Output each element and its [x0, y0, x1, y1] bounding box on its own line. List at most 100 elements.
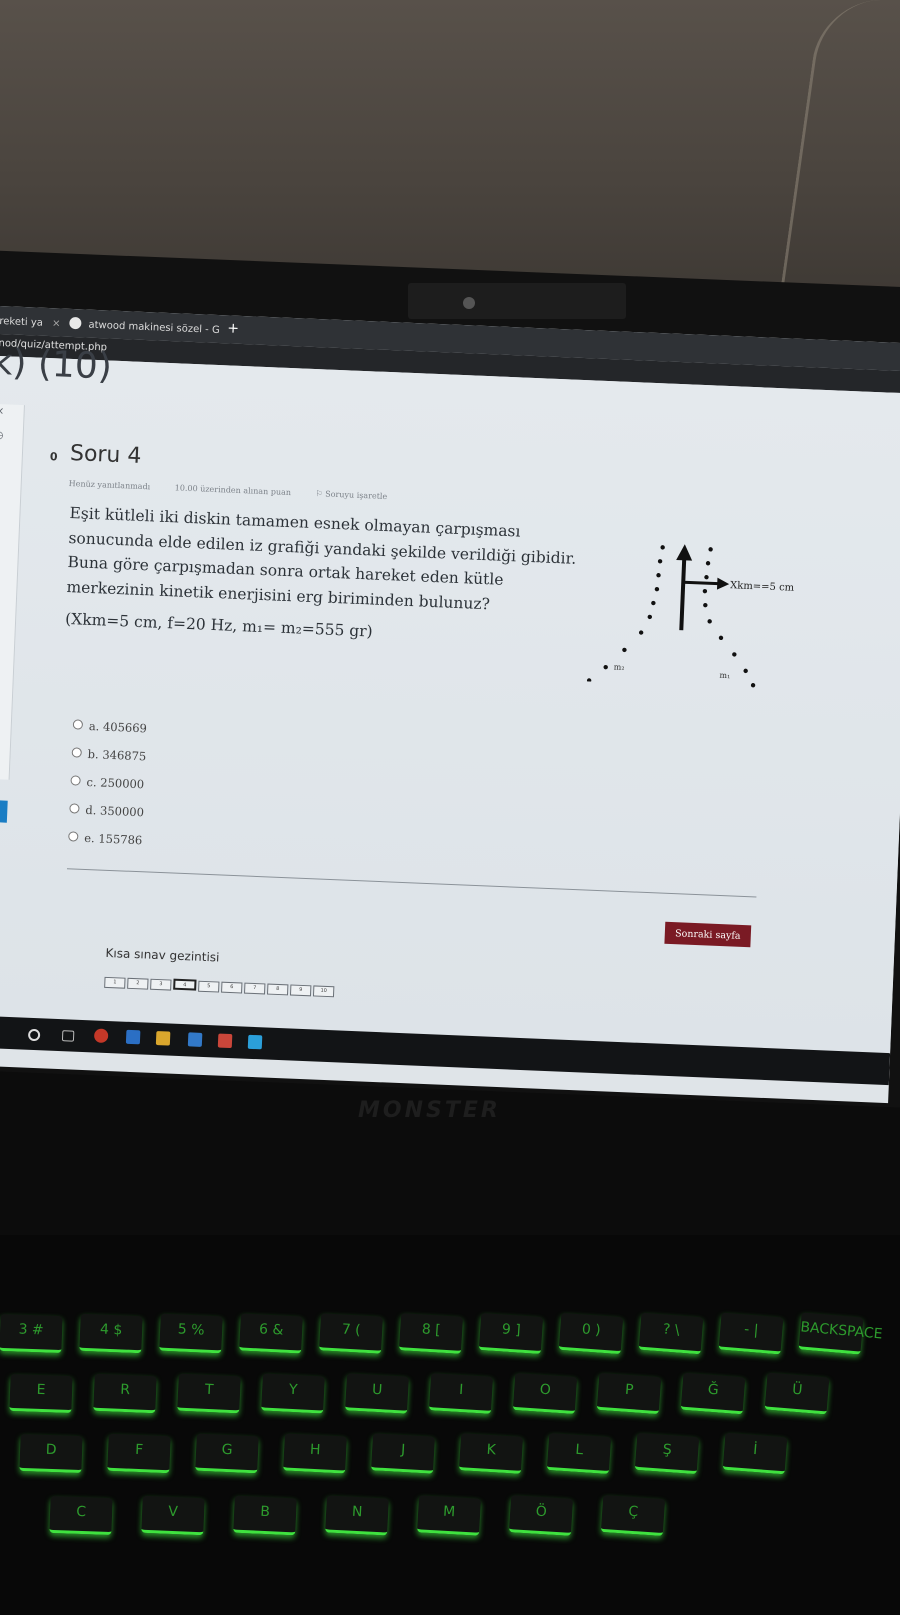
question-text: Eşit kütleli iki diskin tamamen esnek ol…: [65, 501, 630, 654]
keyboard-key: 3 #: [0, 1313, 63, 1354]
nav-page-4[interactable]: 4: [173, 978, 197, 991]
task-view-icon[interactable]: [61, 1030, 75, 1042]
keyboard-key: İ: [722, 1432, 788, 1475]
laptop-screen: reketi ya × atwood makinesi sözel - G × …: [0, 306, 900, 1104]
keyboard-key: Ö: [508, 1495, 574, 1536]
keyboard-key: N: [325, 1495, 389, 1536]
tab-1[interactable]: reketi ya ×: [0, 312, 62, 335]
nav-page-5[interactable]: 5: [198, 980, 220, 993]
keyboard-key: Ç: [600, 1494, 666, 1537]
option-a[interactable]: a. 405669: [72, 711, 148, 742]
nav-page-7[interactable]: 7: [244, 982, 266, 995]
webcam-icon: [463, 297, 475, 309]
keyboard-key: K: [458, 1433, 524, 1474]
quiz-navigation: 1 2 3 4 5 6 7 8 9 10: [104, 968, 337, 998]
wall-background: [0, 0, 900, 300]
keyboard-key: 4 $: [79, 1313, 143, 1354]
arrow-right-icon: [683, 580, 722, 586]
nav-page-6[interactable]: 6: [221, 981, 243, 994]
radio-icon[interactable]: [71, 747, 82, 758]
keyboard-key: T: [177, 1373, 241, 1414]
nav-page-1[interactable]: 1: [104, 976, 126, 989]
close-icon[interactable]: ×: [0, 654, 14, 666]
plus-icon[interactable]: +: [0, 734, 10, 746]
keyboard-key: J: [371, 1433, 435, 1474]
keyboard-key: H: [283, 1433, 347, 1474]
answer-options: a. 405669 b. 346875 c. 250000 d. 350000 …: [68, 711, 148, 854]
keyboard-key: 7 (: [319, 1313, 383, 1354]
store-icon[interactable]: [187, 1032, 203, 1047]
nav-page-2[interactable]: 2: [127, 977, 149, 990]
status-text: Henüz yanıtlanmadı: [68, 478, 151, 492]
option-b[interactable]: b. 346875: [71, 739, 147, 770]
quiz-navigation-title: Kısa sınav gezintisi: [105, 945, 220, 965]
keyboard-key: U: [345, 1373, 409, 1414]
keyboard-key: I: [428, 1373, 494, 1414]
keyboard-key: 8 [: [398, 1313, 464, 1354]
keyboard-key: Y: [261, 1373, 325, 1414]
keyboard-key: C: [49, 1495, 113, 1536]
radio-icon[interactable]: [68, 831, 79, 842]
app-icon[interactable]: [125, 1029, 141, 1045]
option-d[interactable]: d. 350000: [69, 795, 145, 826]
new-tab-button[interactable]: +: [227, 320, 239, 336]
keyboard-key: ? \: [638, 1312, 704, 1355]
tab-2-label: atwood makinesi sözel - G: [88, 319, 220, 337]
app-icon[interactable]: [247, 1034, 263, 1050]
option-e[interactable]: e. 155786: [68, 823, 144, 854]
flag-question-link[interactable]: ⚐ Soruyu işaretle: [315, 489, 409, 502]
keyboard-key: L: [546, 1432, 612, 1475]
keyboard-key: 5 %: [159, 1313, 223, 1354]
tab-1-close-icon[interactable]: ×: [52, 318, 61, 329]
menu-icon[interactable]: ≡: [0, 799, 8, 823]
divider: [66, 868, 757, 898]
webcam-housing: [408, 283, 626, 319]
keyboard-key: P: [596, 1372, 662, 1415]
radio-icon[interactable]: [72, 719, 84, 730]
trajectory-figure: Xkm==5 cm m₂ m₁: [586, 544, 795, 688]
left-drawer: × ◷ · × + ≡: [0, 403, 25, 823]
search-icon[interactable]: [27, 1028, 41, 1042]
points-text: 10.00 üzerinden alınan puan: [174, 483, 292, 498]
keyboard-key: E: [9, 1373, 73, 1414]
keyboard-key: 6 &: [239, 1313, 303, 1354]
keyboard-key: R: [93, 1373, 157, 1414]
mass-label-left: m₂: [614, 662, 625, 671]
nav-page-8[interactable]: 8: [266, 983, 289, 996]
quiz-page: k) (10) × ◷ · × + ≡ 0 Soru 4 Henüz yanıt…: [0, 342, 900, 1054]
radio-icon[interactable]: [70, 775, 81, 786]
next-page-button[interactable]: Sonraki sayfa: [664, 921, 752, 948]
keyboard-key: 0 ): [558, 1312, 624, 1355]
question-number: 0: [49, 450, 58, 464]
arrow-label: Xkm==5 cm: [730, 580, 795, 594]
nav-page-3[interactable]: 3: [150, 978, 172, 991]
keyboard-key: - |: [718, 1312, 784, 1355]
clock-icon[interactable]: ◷: [0, 430, 23, 442]
mass-label-right: m₁: [719, 671, 730, 680]
keyboard-key: 9 ]: [478, 1312, 544, 1355]
option-c[interactable]: c. 250000: [70, 767, 146, 798]
arrow-up-icon: [679, 550, 687, 631]
sidebar-item[interactable]: ·: [0, 596, 16, 608]
tab-1-label: reketi ya: [0, 315, 44, 329]
folder-icon[interactable]: [155, 1031, 171, 1046]
close-icon[interactable]: ×: [0, 406, 24, 418]
keyboard-key: V: [141, 1495, 205, 1536]
keyboard-key: M: [417, 1495, 481, 1536]
arrowhead-icon: [676, 544, 693, 561]
keyboard-key: O: [512, 1372, 578, 1415]
question-meta: Henüz yanıtlanmadı 10.00 üzerinden alına…: [69, 479, 432, 503]
app-icon[interactable]: [217, 1033, 233, 1049]
radio-icon[interactable]: [69, 803, 80, 814]
keyboard-key: F: [107, 1433, 171, 1474]
keyboard-key: Ğ: [680, 1372, 746, 1415]
opera-icon[interactable]: [93, 1028, 109, 1044]
keyboard-key: B: [233, 1495, 297, 1536]
keyboard-key: Ü: [764, 1372, 830, 1415]
keyboard-key: Ş: [634, 1432, 700, 1475]
question-title: Soru 4: [69, 441, 142, 469]
keyboard-key: G: [195, 1433, 259, 1474]
nav-page-10[interactable]: 10: [312, 985, 335, 998]
nav-page-9[interactable]: 9: [289, 984, 312, 997]
page-heading-fragment: k) (10): [0, 341, 113, 388]
